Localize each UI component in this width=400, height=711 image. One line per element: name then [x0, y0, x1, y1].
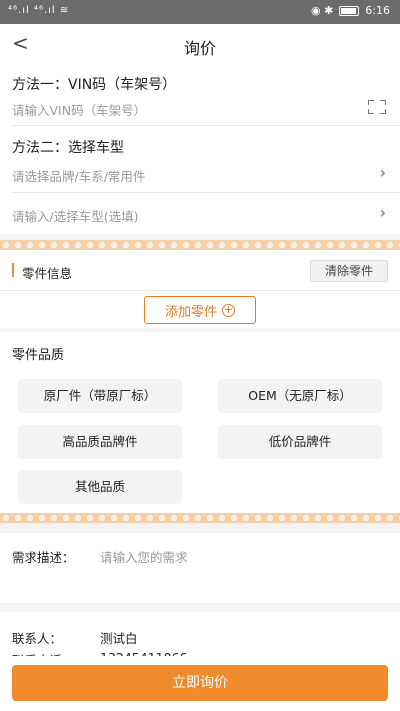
battery-icon — [339, 5, 360, 16]
ticket-edge — [0, 240, 400, 250]
chevron-right-icon[interactable]: › — [380, 203, 386, 222]
quality-option-premium[interactable]: 高品质品牌件 — [18, 425, 182, 459]
add-part-label: 添加零件 — [164, 304, 217, 320]
demand-card: 需求描述： 请输入您的需求 — [0, 533, 400, 603]
eye-bluetooth-icons: ◉ ✱ — [310, 4, 334, 17]
vin-input[interactable]: 请输入VIN码（车架号） — [12, 100, 388, 119]
bottom-bar: 立即询价 — [0, 656, 400, 711]
page-title: 询价 — [183, 39, 216, 58]
status-bar: ⁴⁶.ıl ⁴⁶.ıl ≋ ◉ ✱ 6:16 — [0, 0, 400, 24]
parts-title: 零件信息 — [22, 266, 73, 281]
add-part-button[interactable]: 添加零件 + — [144, 296, 256, 324]
quality-option-budget[interactable]: 低价品牌件 — [218, 425, 382, 459]
status-time: 6:16 — [365, 4, 390, 17]
model-method-title: 方法二：选择车型 — [12, 140, 124, 156]
scan-icon[interactable] — [368, 100, 386, 114]
status-right: ◉ ✱ 6:16 — [311, 4, 390, 17]
ticket-edge — [0, 513, 400, 523]
model-select[interactable]: 请输入/选择车型(选填) — [12, 206, 388, 225]
clear-parts-button[interactable]: 清除零件 — [310, 260, 388, 282]
chevron-right-icon[interactable]: › — [380, 163, 386, 182]
divider — [12, 125, 400, 126]
nav-bar: < 询价 — [0, 24, 400, 64]
quality-option-original[interactable]: 原厂件（带原厂标） — [18, 379, 182, 413]
vin-method-title: 方法一：VIN码（车架号） — [12, 77, 177, 93]
method-card: 方法一：VIN码（车架号） 请输入VIN码（车架号） 方法二：选择车型 请选择品… — [0, 64, 400, 234]
quality-title: 零件品质 — [12, 348, 65, 363]
brand-series-select[interactable]: 请选择品牌/车系/常用件 — [12, 166, 388, 185]
signal-icons: ⁴⁶.ıl ⁴⁶.ıl ≋ — [8, 5, 70, 16]
quality-card: 零件品质 原厂件（带原厂标） OEM（无原厂标） 高品质品牌件 低价品牌件 其他… — [0, 332, 400, 514]
quality-option-other[interactable]: 其他品质 — [18, 470, 182, 504]
plus-circle-icon: + — [222, 302, 235, 317]
submit-inquiry-button[interactable]: 立即询价 — [12, 665, 388, 701]
contact-input[interactable]: 测试白 — [100, 628, 138, 647]
divider — [12, 192, 400, 193]
contact-label: 联系人： — [12, 631, 63, 646]
demand-input[interactable]: 请输入您的需求 — [100, 547, 188, 566]
parts-card: 零件信息 清除零件 添加零件 + — [0, 250, 400, 328]
section-marker — [12, 263, 14, 277]
quality-option-oem[interactable]: OEM（无原厂标） — [218, 379, 382, 413]
divider — [0, 290, 400, 291]
demand-label: 需求描述： — [12, 550, 75, 565]
